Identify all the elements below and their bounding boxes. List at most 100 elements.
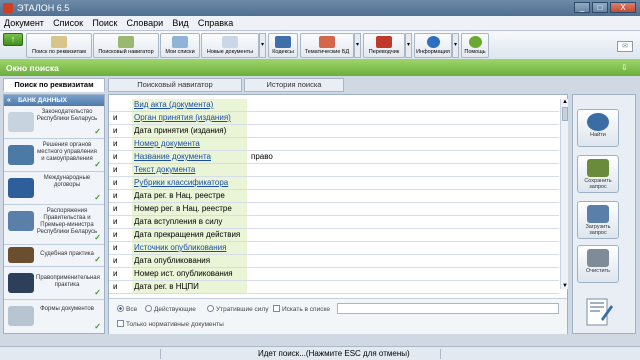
search-field-value[interactable] [249,177,251,189]
logical-operator[interactable]: и [113,217,117,226]
logical-operator[interactable]: и [113,243,117,252]
check-icon[interactable]: ✓ [94,255,101,264]
search-field-value[interactable] [249,138,251,150]
logical-operator[interactable]: и [113,113,117,122]
filter-all-radio[interactable]: Все [117,305,137,313]
sidebar-item-local-decisions[interactable]: Решения органов местного управления и са… [4,139,104,172]
logical-operator[interactable]: и [113,165,117,174]
toolbar-my-lists-button[interactable]: Мои списки [160,33,200,58]
normative-only-label: Только нормативные документы [126,321,224,328]
filter-expired-radio[interactable]: Утратившие силу [207,305,268,313]
maximize-button[interactable]: □ [592,2,608,13]
search-field-label[interactable]: Текст документа [132,164,247,176]
toolbar-help-button[interactable]: Помощь [461,33,489,58]
sidebar-header-label: БАНК ДАННЫХ [18,97,67,104]
sidebar-item-judicial-practice[interactable]: Судебная практика ✓ [4,245,104,267]
menu-search[interactable]: Поиск [88,16,120,28]
logical-operator[interactable]: и [113,191,117,200]
check-icon[interactable]: ✓ [94,127,101,136]
translator-dropdown[interactable]: ▾ [405,33,412,58]
search-field-value[interactable] [249,112,251,124]
thematic-db-dropdown[interactable]: ▾ [354,33,361,58]
search-field-value[interactable]: право [249,151,273,163]
radio-dot [145,305,152,312]
sidebar-item-legislation[interactable]: Законодательство Республики Беларусь ✓ [4,106,104,139]
search-field-label[interactable]: Источник опубликования [132,242,247,254]
scrollbar-thumb[interactable] [562,107,568,121]
search-field-value[interactable] [249,216,251,228]
pin-icon[interactable]: ⇩ [621,63,634,73]
search-field-value[interactable] [249,125,251,137]
search-field-label[interactable]: Название документа [132,151,247,163]
search-in-list-input[interactable] [337,303,559,314]
search-field-label: Дата принятия (издания) [132,125,247,137]
check-icon[interactable]: ✓ [94,193,101,202]
collapse-arrow-icon[interactable]: « [7,95,11,106]
mail-icon[interactable]: ✉ [617,41,633,52]
toolbar-search-navigator-button[interactable]: Поисковый навигатор [93,33,159,58]
clear-button[interactable]: Очистить [577,245,619,283]
search-field-label[interactable]: Рубрики классификатора [132,177,247,189]
logical-operator[interactable]: и [113,269,117,278]
save-query-button[interactable]: Сохранить запрос [577,155,619,193]
toolbar-information-button[interactable]: Информация [414,33,452,58]
toolbar-button-label: Переводчик [368,49,400,55]
search-field-value[interactable] [249,190,251,202]
sidebar-item-enforcement-practice[interactable]: Правоприменительная практика ✓ [4,267,104,300]
tab-search-by-attributes[interactable]: Поиск по реквизитам [3,78,105,92]
sidebar-item-document-forms[interactable]: Формы документов ✓ [4,300,104,333]
sidebar-header[interactable]: « БАНК ДАННЫХ [4,95,104,106]
toolbar-thematic-db-button[interactable]: Тематические БД [300,33,354,58]
search-field-value[interactable] [249,164,251,176]
tab-search-history[interactable]: История поиска [244,78,344,92]
tab-search-navigator[interactable]: Поисковый навигатор [108,78,242,92]
check-icon[interactable]: ✓ [94,160,101,169]
search-field-value[interactable] [249,255,251,267]
logical-operator[interactable]: и [113,126,117,135]
logical-operator[interactable]: и [113,204,117,213]
scroll-up-icon[interactable]: ▲ [561,99,569,105]
search-field-label[interactable]: Номер документа [132,138,247,150]
check-icon[interactable]: ✓ [94,288,101,297]
home-button[interactable]: ↑ [3,33,23,46]
menu-dictionaries[interactable]: Словари [123,16,167,28]
sidebar-item-government-orders[interactable]: Распоряжения Правительства и Премьер-мин… [4,205,104,245]
menu-view[interactable]: Вид [168,16,191,28]
logical-operator[interactable]: и [113,178,117,187]
toolbar-search-by-attributes-button[interactable]: Поиск по реквизитам [26,33,92,58]
load-query-button[interactable]: Загрузить запрос [577,201,619,239]
search-field-label[interactable]: Вид акта (документа) [132,99,247,111]
filter-active-radio[interactable]: Действующие [145,305,196,313]
grid-scrollbar[interactable]: ▲ ▼ [560,99,568,289]
logical-operator[interactable]: и [113,152,117,161]
logical-operator[interactable]: и [113,256,117,265]
search-field-value[interactable] [249,203,251,215]
normative-only-checkbox[interactable]: Только нормативные документы [117,320,224,328]
close-button[interactable]: X [610,2,636,13]
find-button[interactable]: Найти [577,109,619,147]
logical-operator[interactable]: и [113,282,117,291]
information-dropdown[interactable]: ▾ [452,33,459,58]
search-field-value[interactable] [249,268,251,280]
search-row: и Дата рег. в НЦПИ [109,281,559,294]
menu-list[interactable]: Список [49,16,86,28]
search-field-value[interactable] [249,281,251,293]
logical-operator[interactable]: и [113,139,117,148]
check-icon[interactable]: ✓ [94,322,101,331]
check-icon[interactable]: ✓ [94,233,101,242]
search-field-value[interactable] [249,99,251,111]
toolbar-translator-button[interactable]: Переводчик [363,33,405,58]
search-field-label[interactable]: Орган принятия (издания) [132,112,247,124]
minimize-button[interactable]: _ [574,2,590,13]
logical-operator[interactable]: и [113,230,117,239]
sidebar-item-international-treaties[interactable]: Международные договоры ✓ [4,172,104,205]
new-documents-dropdown[interactable]: ▾ [259,33,266,58]
menu-help[interactable]: Справка [194,16,236,28]
toolbar-new-documents-button[interactable]: Новые документы [201,33,259,58]
search-in-list-checkbox[interactable]: Искать в списке [273,305,330,313]
search-field-value[interactable] [249,229,251,241]
menu-document[interactable]: Документ [0,16,47,28]
toolbar-codes-button[interactable]: Кодексы [268,33,298,58]
search-field-value[interactable] [249,242,251,254]
scroll-down-icon[interactable]: ▼ [561,283,569,289]
